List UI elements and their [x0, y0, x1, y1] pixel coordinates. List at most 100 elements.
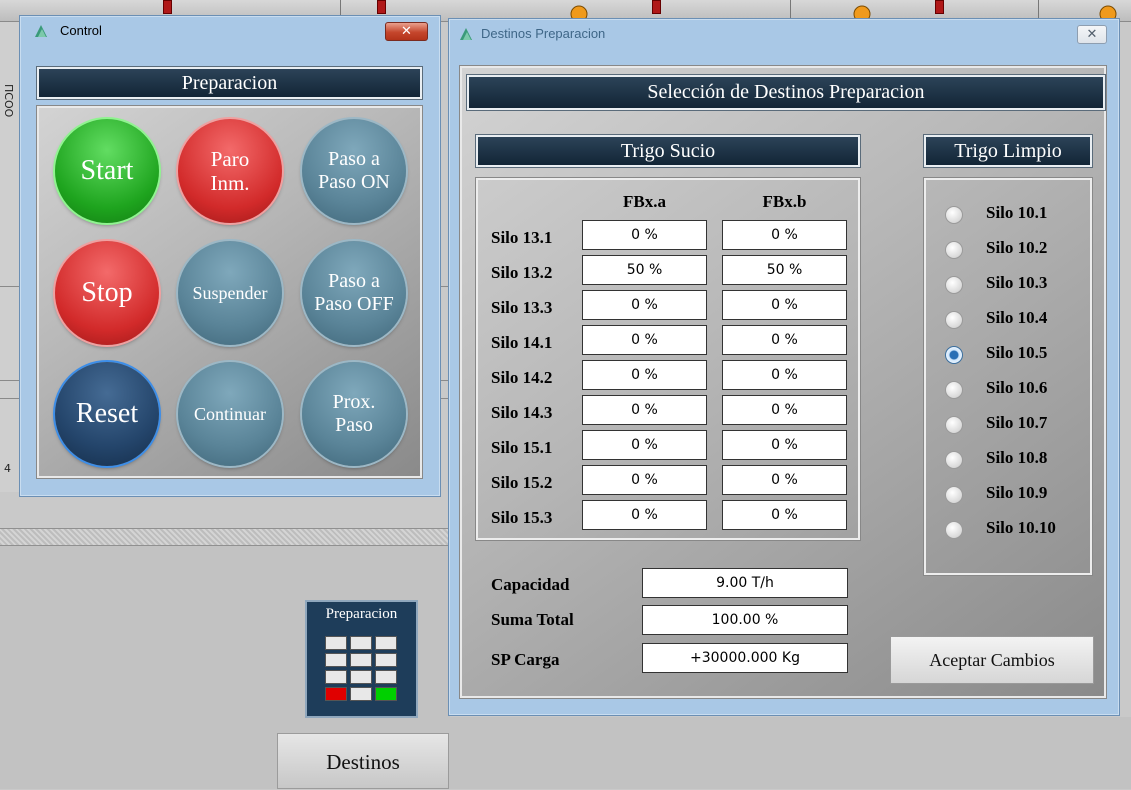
radio-button[interactable] — [945, 486, 963, 504]
radio-button[interactable] — [945, 206, 963, 224]
fbxb-input[interactable]: 0 % — [722, 290, 847, 320]
silo-label: Silo 13.2 — [491, 263, 553, 282]
column-header-fbxa: FBx.a — [623, 192, 666, 211]
fbxa-input[interactable]: 50 % — [582, 255, 707, 285]
fbxa-input[interactable]: 0 % — [582, 325, 707, 355]
destinos-header-title: Selección de Destinos Preparacion — [647, 81, 925, 103]
keypad-cell — [350, 653, 372, 667]
keypad-cell — [375, 670, 397, 684]
paso-a-paso-on-button[interactable]: Paso a Paso ON — [302, 119, 406, 223]
fbxb-input[interactable]: 0 % — [722, 325, 847, 355]
valve-indicator — [163, 0, 172, 14]
capacidad-value: 9.00 T/h — [642, 568, 848, 598]
valve-indicator — [652, 0, 661, 14]
fbxb-input[interactable]: 0 % — [722, 220, 847, 250]
fbxb-input[interactable]: 50 % — [722, 255, 847, 285]
sp-carga-label: SP Carga — [491, 650, 560, 669]
start-button[interactable]: Start — [55, 119, 159, 223]
silo-label: Silo 15.2 — [491, 473, 553, 492]
fbxa-input[interactable]: 0 % — [582, 500, 707, 530]
silo-label: Silo 14.1 — [491, 333, 553, 352]
fbxb-input[interactable]: 0 % — [722, 465, 847, 495]
valve-indicator — [377, 0, 386, 14]
valve-indicator — [935, 0, 944, 14]
radio-button[interactable] — [945, 451, 963, 469]
silo-label: Silo 14.3 — [491, 403, 553, 422]
fbxb-input[interactable]: 0 % — [722, 500, 847, 530]
trigo-sucio-title: Trigo Sucio — [620, 140, 716, 162]
keypad-cell — [375, 653, 397, 667]
destinos-titlebar[interactable]: Destinos Preparacion ✕ — [449, 19, 1119, 49]
app-icon — [35, 25, 47, 37]
radio-button[interactable] — [945, 311, 963, 329]
fbxb-input[interactable]: 0 % — [722, 430, 847, 460]
radio-label: Silo 10.4 — [986, 308, 1048, 327]
keypad-cell-red — [325, 687, 347, 701]
trigo-sucio-header: Trigo Sucio — [475, 134, 861, 168]
suma-total-value: 100.00 % — [642, 605, 848, 635]
fbxa-input[interactable]: 0 % — [582, 360, 707, 390]
keypad-cell-green — [375, 687, 397, 701]
destinos-header: Selección de Destinos Preparacion — [466, 74, 1106, 111]
fbxa-input[interactable]: 0 % — [582, 290, 707, 320]
proximo-paso-button[interactable]: Prox. Paso — [302, 362, 406, 466]
keypad-cell — [350, 636, 372, 650]
radio-label: Silo 10.7 — [986, 413, 1048, 432]
reset-button[interactable]: Reset — [55, 362, 159, 466]
keypad-cell — [350, 687, 372, 701]
destinos-button[interactable]: Destinos — [277, 733, 449, 789]
control-titlebar[interactable]: Control ✕ — [20, 16, 440, 46]
fbxa-input[interactable]: 0 % — [582, 430, 707, 460]
trigo-limpio-header: Trigo Limpio — [923, 134, 1093, 168]
continuar-button[interactable]: Continuar — [178, 362, 282, 466]
radio-button-checked[interactable] — [945, 346, 963, 364]
fbxb-input[interactable]: 0 % — [722, 395, 847, 425]
fbxa-input[interactable]: 0 % — [582, 220, 707, 250]
sp-carga-value[interactable]: +30000.000 Kg — [642, 643, 848, 673]
paro-inmediato-button[interactable]: Paro Inm. — [178, 119, 282, 223]
capacidad-label: Capacidad — [491, 575, 570, 594]
radio-button[interactable] — [945, 276, 963, 294]
radio-label: Silo 10.1 — [986, 203, 1048, 222]
radio-button[interactable] — [945, 521, 963, 539]
silo-label: Silo 14.2 — [491, 368, 553, 387]
keypad-cell — [325, 636, 347, 650]
radio-label: Silo 10.6 — [986, 378, 1048, 397]
radio-label: Silo 10.5 — [986, 343, 1048, 362]
trigo-limpio-title: Trigo Limpio — [954, 140, 1062, 162]
destinos-window-title: Destinos Preparacion — [481, 26, 606, 41]
close-icon[interactable]: ✕ — [385, 22, 428, 41]
silo-label: Silo 15.3 — [491, 508, 553, 527]
radio-button[interactable] — [945, 381, 963, 399]
silo-label: Silo 13.3 — [491, 298, 553, 317]
keypad-cell — [350, 670, 372, 684]
side-text: ПСОО — [2, 84, 15, 118]
app-icon — [460, 28, 472, 40]
keypad-cell — [325, 653, 347, 667]
column-header-fbxb: FBx.b — [762, 192, 807, 211]
radio-label: Silo 10.2 — [986, 238, 1048, 257]
radio-button[interactable] — [945, 241, 963, 259]
radio-label: Silo 10.3 — [986, 273, 1048, 292]
aceptar-cambios-button[interactable]: Aceptar Cambios — [890, 636, 1094, 684]
hatched-divider — [0, 528, 450, 546]
fbxb-input[interactable]: 0 % — [722, 360, 847, 390]
background-lower-area — [450, 717, 1131, 789]
keypad-cell — [375, 636, 397, 650]
preparacion-launcher-icon[interactable]: Preparacion — [305, 600, 418, 718]
radio-button[interactable] — [945, 416, 963, 434]
silo-label: Silo 15.1 — [491, 438, 553, 457]
silo-label: Silo 13.1 — [491, 228, 553, 247]
control-header-title: Preparacion — [181, 72, 278, 94]
control-header: Preparacion — [36, 66, 423, 100]
side-text: 4 — [4, 462, 11, 475]
fbxa-input[interactable]: 0 % — [582, 465, 707, 495]
stop-button[interactable]: Stop — [55, 241, 159, 345]
paso-a-paso-off-button[interactable]: Paso a Paso OFF — [302, 241, 406, 345]
radio-label: Silo 10.9 — [986, 483, 1048, 502]
control-window-title: Control — [60, 23, 102, 38]
fbxa-input[interactable]: 0 % — [582, 395, 707, 425]
suspender-button[interactable]: Suspender — [178, 241, 282, 345]
radio-label: Silo 10.10 — [986, 518, 1056, 537]
close-icon[interactable]: ✕ — [1077, 25, 1107, 44]
